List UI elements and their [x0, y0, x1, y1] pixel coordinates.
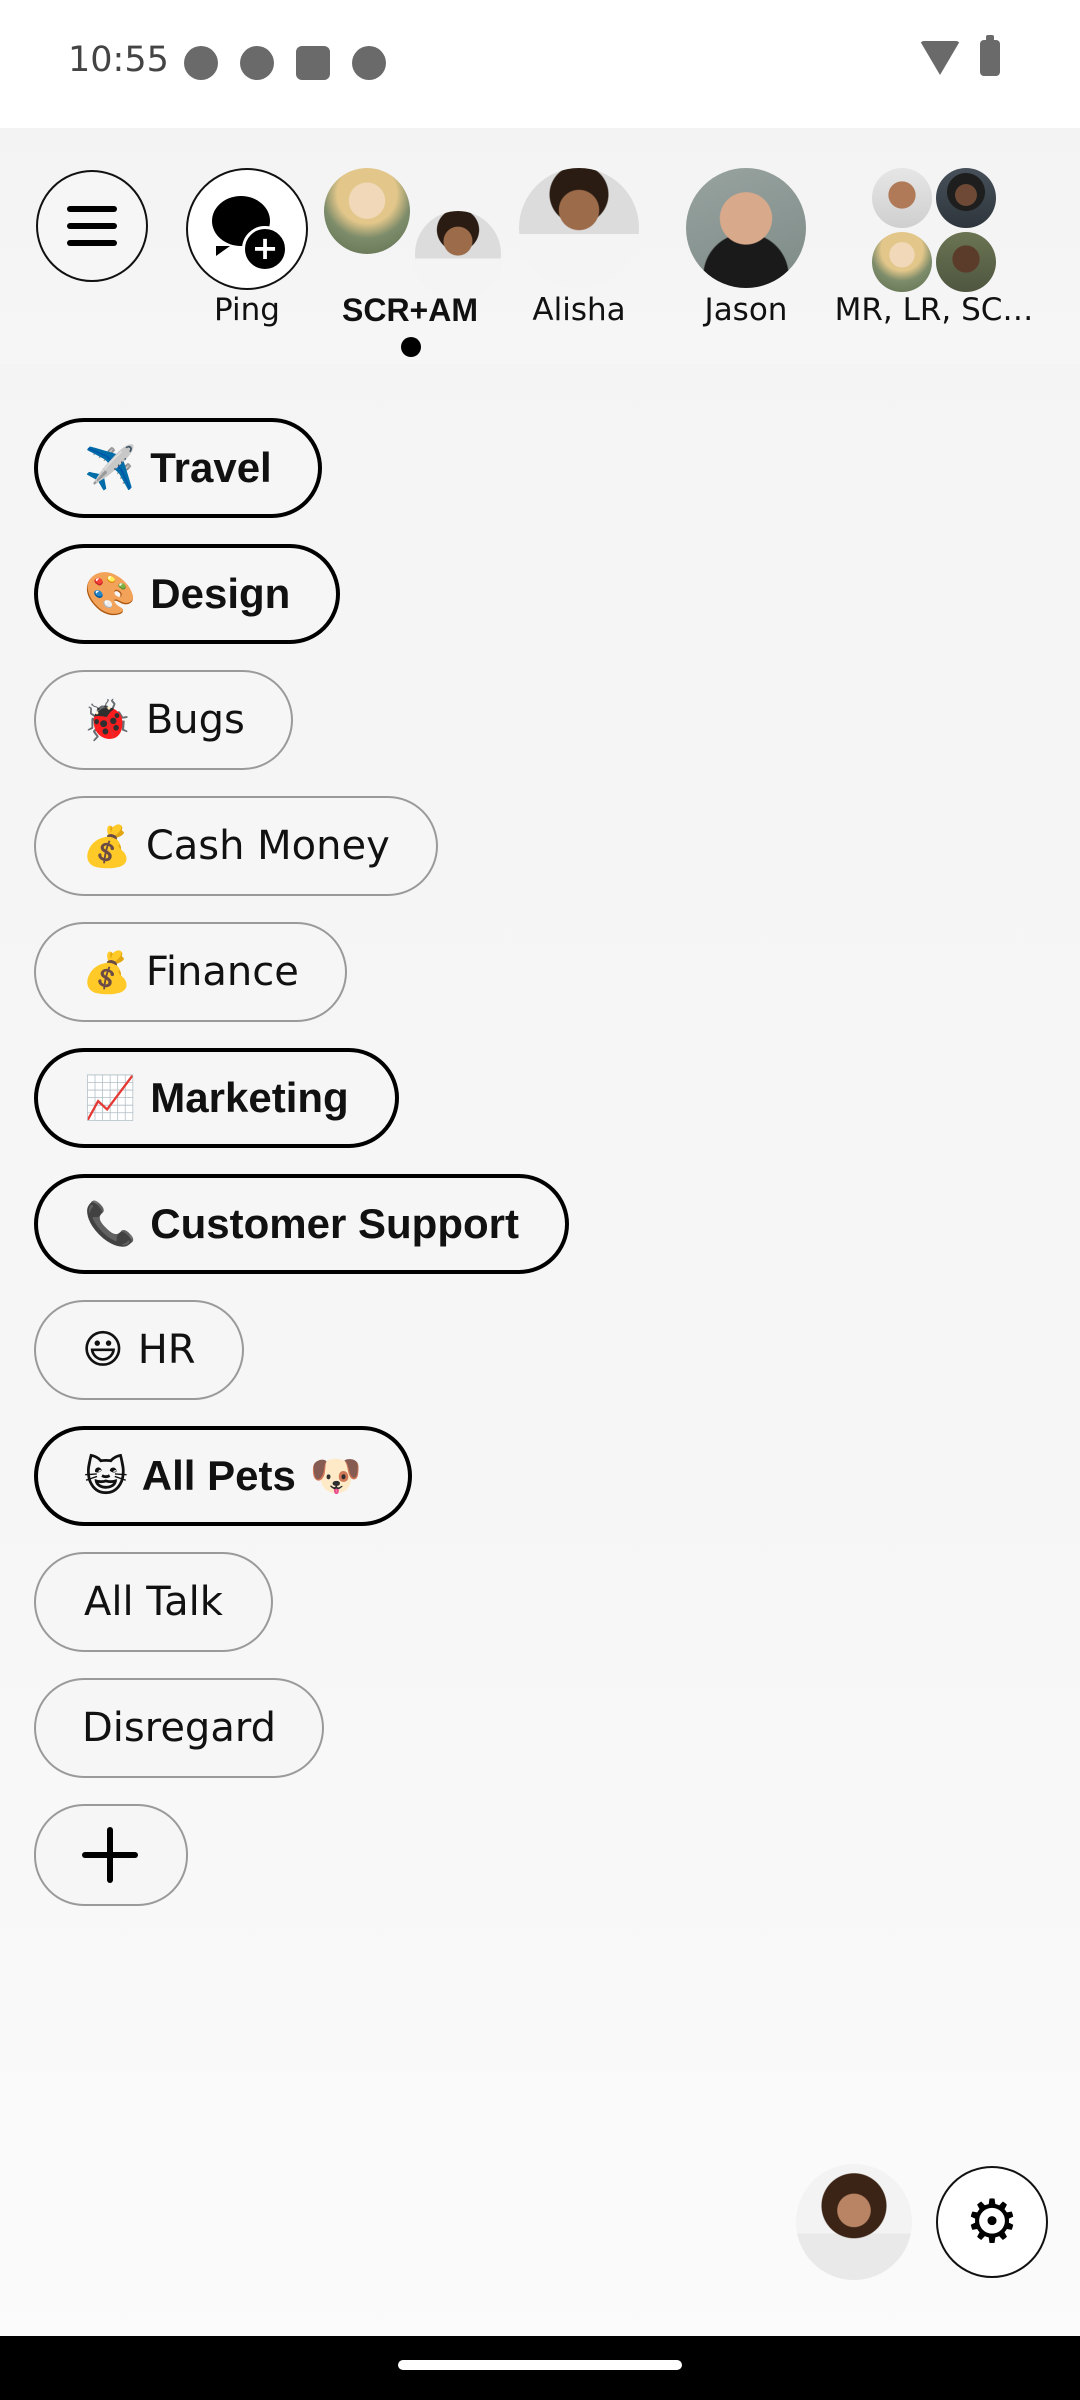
contact-label: SCR+AM — [341, 292, 479, 328]
new-chat-button[interactable]: + — [186, 168, 308, 290]
status-time: 10:55 — [68, 40, 169, 80]
channel-label: Customer Support — [150, 1200, 519, 1247]
battery-charging-icon — [980, 35, 1000, 76]
avatar — [872, 168, 932, 228]
channel-label: Design — [150, 570, 291, 617]
channel-bugs[interactable]: 🐞 Bugs — [34, 670, 293, 770]
channel-label: Disregard — [82, 1705, 276, 1751]
channel-label: Bugs — [145, 697, 245, 743]
chart-increasing-icon: 📈 — [84, 1073, 137, 1122]
avatar — [519, 168, 639, 288]
activity-icon — [352, 46, 386, 80]
channel-label: Cash Money — [145, 823, 390, 869]
money-bag-icon: 💰 — [82, 823, 132, 870]
channel-all-talk[interactable]: All Talk — [34, 1552, 273, 1652]
contact-label: Alisha — [532, 292, 626, 328]
channel-label: All Pets — [141, 1452, 296, 1499]
airplane-icon: ✈️ — [84, 443, 137, 492]
avatar — [936, 168, 996, 228]
channel-all-pets[interactable]: 😺 All Pets 🐶 — [34, 1426, 413, 1526]
channel-label: Travel — [150, 444, 272, 491]
palette-icon: 🎨 — [84, 569, 137, 618]
chrome-icon — [240, 46, 274, 80]
contacts-bar: + Ping SCR+AM Alisha Jason MR, LR, SC… — [0, 128, 1080, 364]
avatar — [324, 168, 410, 254]
status-bar: 10:55 — [0, 0, 1080, 128]
contact-scr-am[interactable]: SCR+AM — [324, 168, 504, 328]
contact-alisha[interactable]: Alisha — [519, 168, 639, 328]
contact-group-mr-lr-sc[interactable]: MR, LR, SC… — [835, 168, 1033, 328]
wifi-icon — [920, 41, 960, 75]
add-channel-button[interactable] — [34, 1804, 188, 1906]
avatar — [686, 168, 806, 288]
ladybug-icon: 🐞 — [82, 697, 132, 744]
selected-indicator — [401, 337, 421, 357]
channel-customer-support[interactable]: 📞 Customer Support — [34, 1174, 569, 1274]
channel-finance[interactable]: 💰 Finance — [34, 922, 347, 1022]
channel-hr[interactable]: 😃 HR — [34, 1300, 244, 1400]
contact-label: MR, LR, SC… — [834, 292, 1034, 328]
contact-label: Jason — [704, 292, 788, 328]
money-bag-icon: 💰 — [82, 949, 132, 996]
avatar — [872, 232, 932, 292]
cat-face-icon: 😺 — [84, 1451, 128, 1501]
gear-icon: ⚙ — [965, 2187, 1019, 2257]
contact-jason[interactable]: Jason — [686, 168, 806, 328]
channel-travel[interactable]: ✈️ Travel — [34, 418, 322, 518]
avatar — [412, 208, 504, 300]
channel-label: Finance — [145, 949, 299, 995]
profile-avatar[interactable] — [796, 2164, 912, 2280]
plus-badge-icon: + — [242, 226, 288, 272]
telephone-icon: 📞 — [84, 1199, 137, 1248]
menu-button[interactable] — [36, 170, 148, 282]
calendar-icon — [296, 46, 330, 80]
home-gesture-handle[interactable] — [398, 2360, 682, 2370]
contact-ping[interactable]: + Ping — [186, 168, 308, 328]
channel-cash-money[interactable]: 💰 Cash Money — [34, 796, 438, 896]
notification-icons — [184, 46, 386, 80]
channel-marketing[interactable]: 📈 Marketing — [34, 1048, 399, 1148]
contact-label: Ping — [214, 292, 280, 328]
channel-label: All Talk — [84, 1579, 223, 1625]
channel-label: Marketing — [150, 1074, 349, 1121]
system-icons — [920, 35, 1000, 76]
settings-button[interactable]: ⚙ — [936, 2166, 1048, 2278]
channel-disregard[interactable]: Disregard — [34, 1678, 324, 1778]
channel-label: HR — [137, 1327, 196, 1373]
dog-face-icon: 🐶 — [309, 1451, 363, 1500]
cat-face-icon — [184, 46, 218, 80]
smiley-icon: 😃 — [82, 1327, 124, 1373]
avatar — [936, 232, 996, 292]
hamburger-menu-icon — [67, 206, 117, 246]
channel-design[interactable]: 🎨 Design — [34, 544, 341, 644]
